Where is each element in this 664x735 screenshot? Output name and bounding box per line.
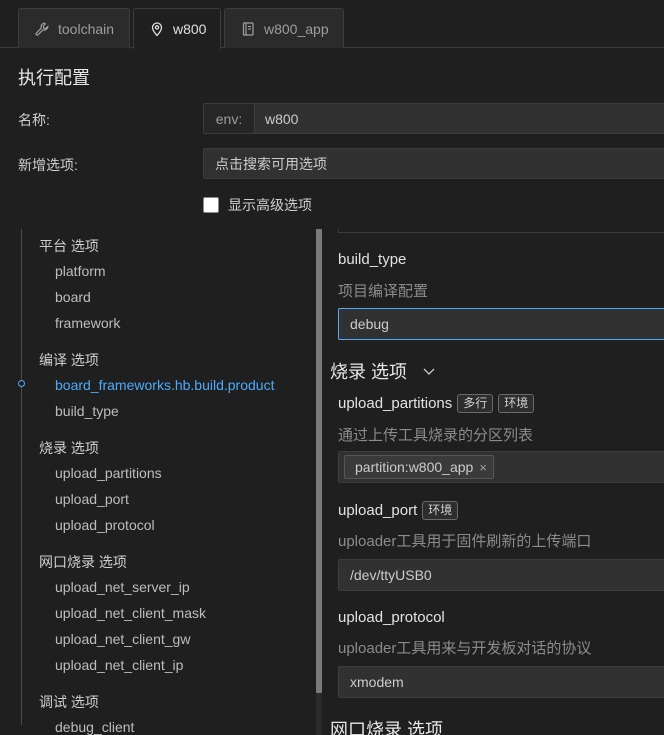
outline-group-upload[interactable]: 烧录 选项 [39,438,99,458]
outline-track [21,229,22,725]
partition-tag[interactable]: partition:w800_app × [344,455,494,479]
wrench-icon [34,21,50,37]
outline-item-board[interactable]: board [55,289,91,305]
field-title-text: build_type [338,251,407,268]
previous-field-edge [338,229,664,233]
outline-group-net-upload[interactable]: 网口烧录 选项 [39,552,127,572]
notebook-icon [240,21,256,37]
tab-w800[interactable]: w800 [133,8,221,49]
options-outline: 平台 选项 platform board framework 编译 选项 boa… [0,229,320,735]
tab-toolchain[interactable]: toolchain [18,8,130,48]
env-badge: 环境 [498,394,535,413]
group-title-net-upload: 网口烧录 选项 [330,716,443,735]
show-advanced-toggle[interactable]: 显示高级选项 [203,195,312,215]
field-title-upload-partitions: upload_partitions 多行 环境 [338,394,535,413]
tab-label: toolchain [58,20,115,37]
outline-item-build-type[interactable]: build_type [55,403,119,419]
show-advanced-checkbox[interactable] [203,197,219,213]
active-indicator-dot [18,380,25,387]
upload-port-input[interactable]: /dev/ttyUSB0 [338,559,664,591]
env-prefix: env: [204,104,255,133]
field-desc-upload-port: uploader工具用于固件刷新的上传端口 [338,533,592,550]
outline-item-platform[interactable]: platform [55,263,106,279]
outline-item-net-client-ip[interactable]: upload_net_client_ip [55,657,183,673]
outline-item-debug-client[interactable]: debug_client [55,719,134,735]
multiline-badge: 多行 [457,394,494,413]
outline-item-upload-port[interactable]: upload_port [55,491,129,507]
field-desc-upload-protocol: uploader工具用来与开发板对话的协议 [338,640,592,657]
location-pin-icon [149,21,165,37]
outline-group-platform[interactable]: 平台 选项 [39,236,99,256]
outline-item-upload-protocol[interactable]: upload_protocol [55,517,155,533]
upload-partitions-input[interactable]: partition:w800_app × [338,451,664,483]
env-name-input[interactable]: w800 [255,104,664,133]
outline-group-debug[interactable]: 调试 选项 [39,692,99,712]
tag-label: partition:w800_app [355,459,474,475]
chevron-down-icon[interactable] [421,363,437,379]
env-badge: 环境 [422,501,459,520]
option-search-input[interactable]: 点击搜索可用选项 [203,148,664,179]
outline-group-build[interactable]: 编译 选项 [39,350,99,370]
outline-item-upload-partitions[interactable]: upload_partitions [55,465,162,481]
page-title: 执行配置 [18,68,90,88]
outline-item-net-server-ip[interactable]: upload_net_server_ip [55,579,190,595]
show-advanced-label: 显示高级选项 [228,197,312,213]
tab-label: w800_app [264,20,329,37]
group-title-upload: 烧录 选项 [330,358,437,384]
env-name-field[interactable]: env: w800 [203,103,664,134]
outline-item-net-client-mask[interactable]: upload_net_client_mask [55,605,206,621]
field-title-upload-protocol: upload_protocol [338,609,445,626]
close-icon[interactable]: × [479,460,487,475]
upload-protocol-input[interactable]: xmodem [338,666,664,698]
outline-scrollbar[interactable] [316,229,322,693]
field-title-build-type: build_type [338,251,406,268]
build-type-input[interactable]: debug [338,308,664,340]
outline-item-net-client-gw[interactable]: upload_net_client_gw [55,631,190,647]
panel-divider [316,693,322,735]
options-panel: build_type 项目编译配置 debug 烧录 选项 upload_par… [330,229,664,735]
tab-label: w800 [173,21,207,37]
outline-item-framework[interactable]: framework [55,315,120,331]
tab-w800-app[interactable]: w800_app [224,8,344,48]
tab-bar: toolchain w800 w800_app [0,0,664,49]
field-desc-build-type: 项目编译配置 [338,283,429,300]
field-title-text: upload_protocol [338,609,445,626]
field-desc-upload-partitions: 通过上传工具烧录的分区列表 [338,427,534,444]
outline-item-build-product[interactable]: board_frameworks.hb.build.product [55,377,274,393]
add-option-label: 新增选项: [18,157,78,173]
field-title-text: upload_partitions [338,395,453,412]
group-title-text: 网口烧录 选项 [330,720,444,735]
name-label: 名称: [18,112,50,128]
field-title-upload-port: upload_port 环境 [338,501,459,520]
field-title-text: upload_port [338,502,418,519]
group-title-text: 烧录 选项 [330,362,408,382]
